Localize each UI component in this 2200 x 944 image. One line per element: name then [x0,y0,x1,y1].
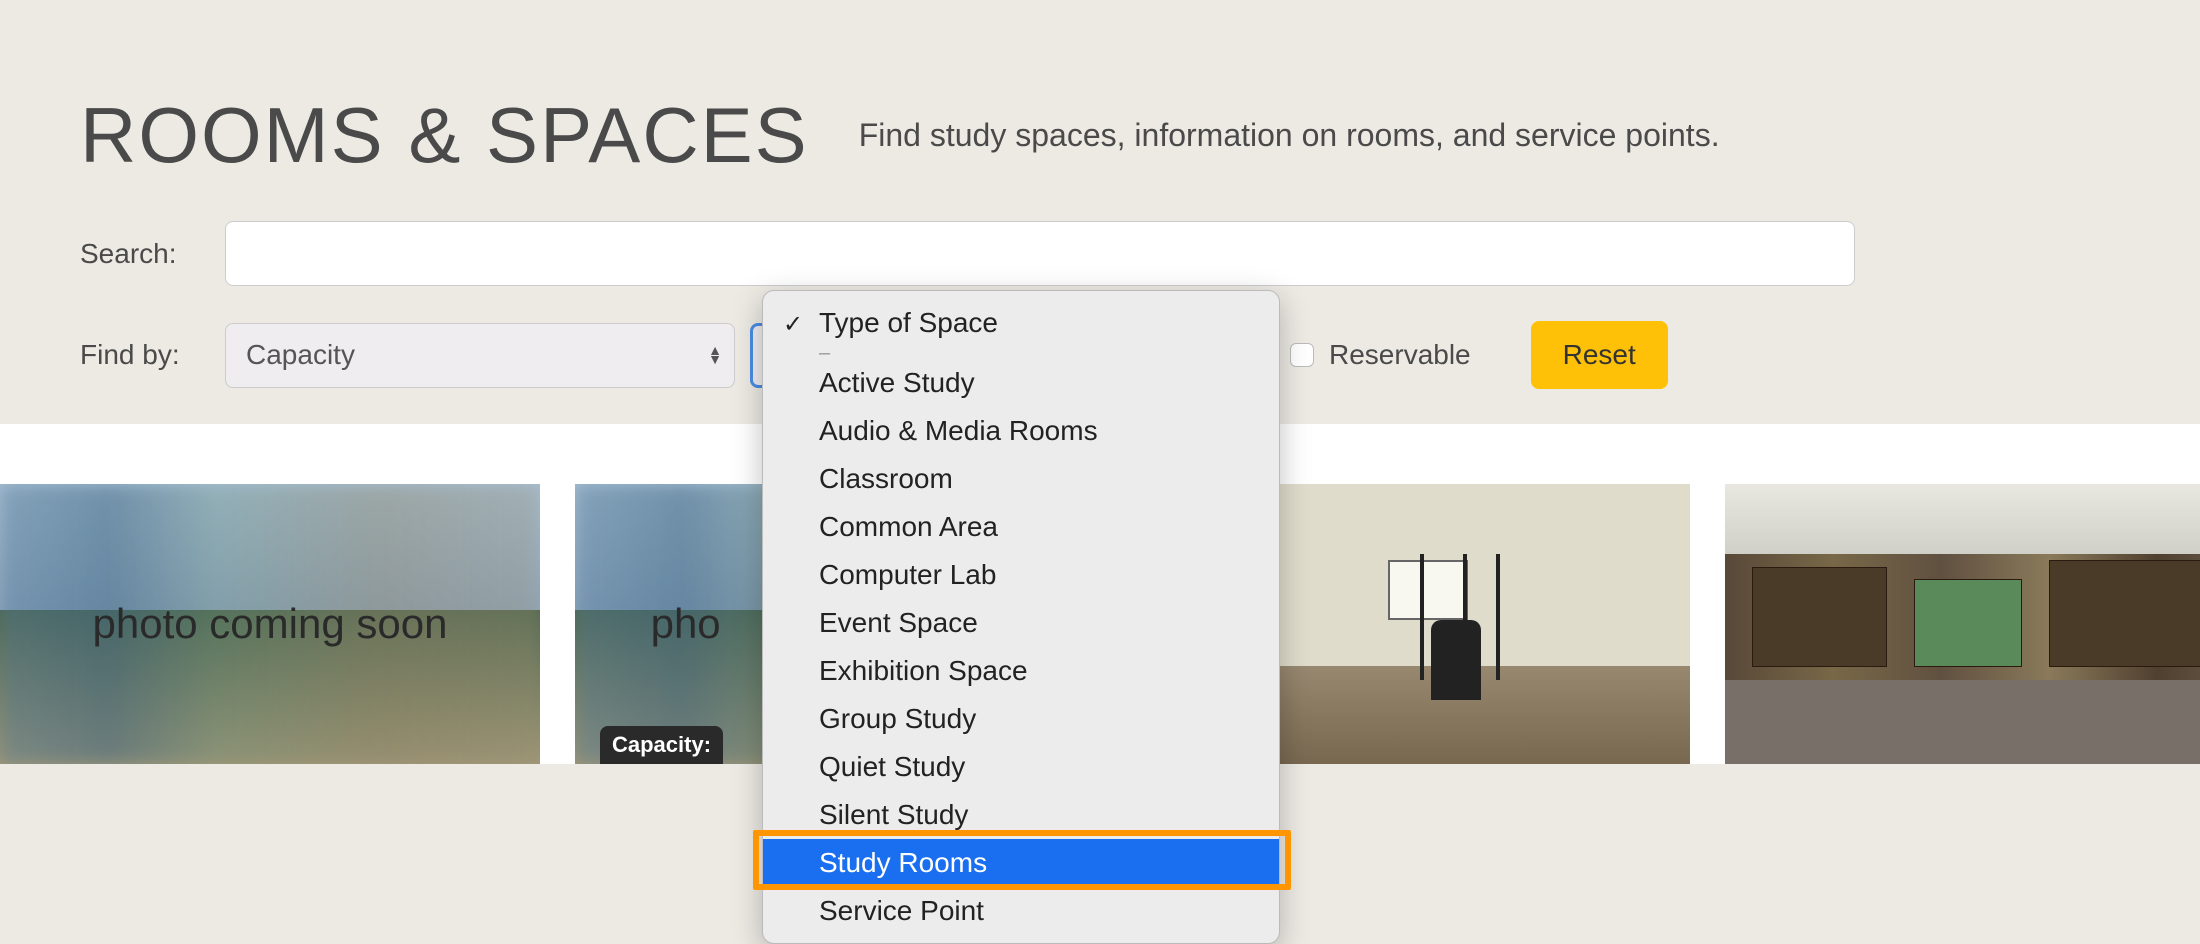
search-input[interactable] [225,221,1855,286]
dropdown-option-quiet-study[interactable]: Quiet Study [763,743,1279,791]
dropdown-option-active-study[interactable]: Active Study [763,359,1279,407]
dropdown-header[interactable]: ✓ Type of Space [763,299,1279,347]
dropdown-option-service-point[interactable]: Service Point [763,887,1279,935]
placeholder-text: photo coming soon [93,600,448,648]
dropdown-option-silent-study[interactable]: Silent Study [763,791,1279,839]
check-icon: ✓ [783,305,803,345]
dropdown-separator: – [819,351,1223,355]
type-of-space-dropdown[interactable]: ✓ Type of Space – Active Study Audio & M… [762,290,1280,944]
dropdown-option-computer-lab[interactable]: Computer Lab [763,551,1279,599]
page-title: ROOMS & SPACES [80,90,809,181]
dropdown-option-group-study[interactable]: Group Study [763,695,1279,743]
capacity-select-value: Capacity [246,339,355,371]
reservable-checkbox[interactable] [1290,343,1314,367]
findby-label: Find by: [80,339,225,371]
dropdown-option-common-area[interactable]: Common Area [763,503,1279,551]
capacity-select[interactable]: Capacity [225,323,735,388]
dropdown-option-audio-media[interactable]: Audio & Media Rooms [763,407,1279,455]
capacity-badge: Capacity: [600,726,723,764]
reset-button[interactable]: Reset [1531,321,1668,389]
search-label: Search: [80,238,225,270]
reservable-label: Reservable [1329,339,1471,371]
stepper-icon [708,346,722,364]
room-card[interactable]: photo coming soon [0,484,540,764]
room-card[interactable] [1725,484,2200,764]
dropdown-option-event-space[interactable]: Event Space [763,599,1279,647]
placeholder-text: pho [651,600,721,648]
page-subtitle: Find study spaces, information on rooms,… [859,117,1720,154]
dropdown-option-classroom[interactable]: Classroom [763,455,1279,503]
dropdown-option-exhibition-space[interactable]: Exhibition Space [763,647,1279,695]
dropdown-option-study-rooms[interactable]: Study Rooms [763,839,1279,887]
